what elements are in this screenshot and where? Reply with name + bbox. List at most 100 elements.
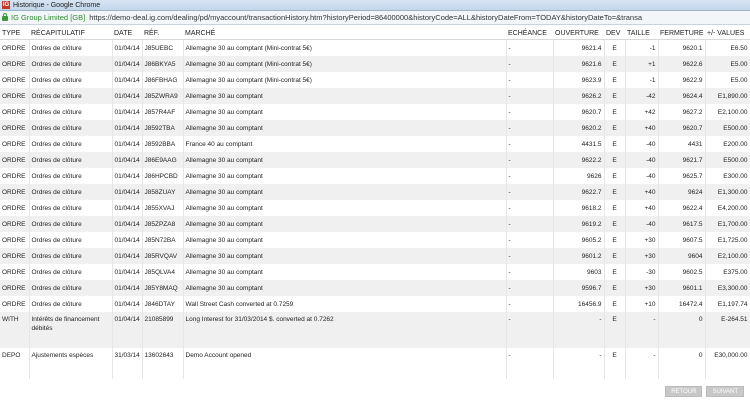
cell-currency: E [604, 88, 626, 104]
table-row: ORDRE Ordres de clôture 01/04/14 J857R4A… [0, 104, 750, 120]
cell-ref: J86HPCBD [142, 168, 184, 184]
table-row: ORDRE Ordres de clôture 01/04/14 J86E9AA… [0, 152, 750, 168]
header-currency[interactable]: DEV [604, 28, 625, 40]
cell-open: 9626.2 [553, 88, 605, 104]
header-open[interactable]: OUVERTURE [553, 28, 604, 40]
url-text[interactable]: https://demo-deal.ig.com/dealing/pd/myac… [89, 13, 642, 22]
cell-market: Allemagne 30 au comptant [183, 152, 507, 168]
cell-size: +30 [625, 280, 659, 296]
cell-market: Allemagne 30 au comptant [183, 216, 507, 232]
cell-size: -40 [625, 216, 659, 232]
cell-type: ORDRE [0, 216, 30, 232]
table-row: ORDRE Ordres de clôture 01/04/14 J86FBHA… [0, 72, 750, 88]
cell-summary: Ordres de clôture [29, 39, 113, 56]
header-pnl[interactable]: +/- VALUES [705, 28, 750, 40]
cell-summary: Ordres de clôture [29, 280, 113, 296]
cell-expiry: - [506, 104, 554, 120]
cell-currency: E [604, 120, 626, 136]
cell-close: 9604 [658, 248, 706, 264]
cell-summary: Ordres de clôture [29, 120, 113, 136]
header-summary[interactable]: RÉCAPITULATIF [29, 28, 112, 40]
table-row: ORDRE Ordres de clôture 01/04/14 J85RVQA… [0, 248, 750, 264]
cell-close: 9620.1 [658, 39, 706, 56]
cell-pnl: E1,300.00 [705, 184, 750, 200]
table-row: WITH Intérêts de financement débités 01/… [0, 312, 750, 348]
cell-type: ORDRE [0, 200, 30, 216]
cell-size: - [625, 312, 659, 348]
cell-summary: Ordres de clôture [29, 200, 113, 216]
next-button[interactable]: SUIVANT [706, 386, 744, 397]
cell-currency: E [604, 39, 626, 56]
cell-date: 01/04/14 [112, 39, 143, 56]
header-date[interactable]: DATE [112, 28, 142, 40]
cell-date: 01/04/14 [112, 88, 143, 104]
cell-ref: J86FBHAG [142, 72, 184, 88]
cell-summary: Ordres de clôture [29, 56, 113, 72]
cell-ref: J857R4AF [142, 104, 184, 120]
cell-currency: E [604, 136, 626, 152]
cell-market: Wall Street Cash converted at 0.7259 [183, 296, 507, 312]
cell-pnl: E300.00 [705, 168, 750, 184]
cell-close: 9622.9 [658, 72, 706, 88]
cell-type: ORDRE [0, 88, 30, 104]
table-row: ORDRE Ordres de clôture 01/04/14 J858ZUA… [0, 184, 750, 200]
cell-summary: Ordres de clôture [29, 72, 113, 88]
cell-close: 4431 [658, 136, 706, 152]
cell-pnl: E375.00 [705, 264, 750, 280]
cell-size: - [625, 348, 659, 379]
cell-date: 01/04/14 [112, 120, 143, 136]
cell-close: 9627.2 [658, 104, 706, 120]
header-market[interactable]: MARCHÉ [183, 28, 506, 40]
cell-date: 01/04/14 [112, 280, 143, 296]
cell-expiry: - [506, 72, 554, 88]
cell-expiry: - [506, 184, 554, 200]
cell-date: 01/04/14 [112, 232, 143, 248]
cell-type: DEPO [0, 348, 30, 379]
cell-open: 9622.7 [553, 184, 605, 200]
cell-currency: E [604, 168, 626, 184]
header-ref[interactable]: RÉF. [142, 28, 183, 40]
table-row: ORDRE Ordres de clôture 01/04/14 J8592BB… [0, 136, 750, 152]
cell-expiry: - [506, 152, 554, 168]
cell-expiry: - [506, 216, 554, 232]
cell-expiry: - [506, 88, 554, 104]
cell-summary: Ordres de clôture [29, 248, 113, 264]
cell-date: 01/04/14 [112, 56, 143, 72]
cell-type: ORDRE [0, 39, 30, 56]
header-close[interactable]: FERMETURE [658, 28, 705, 40]
cell-date: 01/04/14 [112, 216, 143, 232]
table-row: ORDRE Ordres de clôture 01/04/14 J85ZWRA… [0, 88, 750, 104]
cell-summary: Intérêts de financement débités [29, 312, 113, 348]
site-identity[interactable]: IG Group Limited [GB] [11, 13, 85, 22]
cell-open: 9620.7 [553, 104, 605, 120]
cell-pnl: E1,700.00 [705, 216, 750, 232]
cell-open: 9622.2 [553, 152, 605, 168]
cell-close: 9622.4 [658, 200, 706, 216]
cell-type: ORDRE [0, 72, 30, 88]
header-size[interactable]: TAILLE [625, 28, 658, 40]
header-type[interactable]: TYPE [0, 28, 29, 40]
header-expiry[interactable]: ECHÉANCE [506, 28, 553, 40]
cell-size: +42 [625, 104, 659, 120]
cell-ref: J85UEBC [142, 39, 184, 56]
cell-pnl: E2,100.00 [705, 104, 750, 120]
cell-close: 9624.4 [658, 88, 706, 104]
cell-pnl: E500.00 [705, 152, 750, 168]
cell-type: ORDRE [0, 264, 30, 280]
cell-ref: J85Y8MAQ [142, 280, 184, 296]
back-button[interactable]: RETOUR [665, 386, 703, 397]
cell-expiry: - [506, 39, 554, 56]
cell-market: Allemagne 30 au comptant [183, 248, 507, 264]
cell-pnl: E1,197.74 [705, 296, 750, 312]
cell-open: - [553, 312, 605, 348]
cell-close: 16472.4 [658, 296, 706, 312]
cell-summary: Ordres de clôture [29, 184, 113, 200]
cell-expiry: - [506, 312, 554, 348]
address-bar[interactable]: IG Group Limited [GB] https://demo-deal.… [0, 11, 750, 25]
cell-open: 9626 [553, 168, 605, 184]
cell-open: 16456.9 [553, 296, 605, 312]
cell-open: 9623.9 [553, 72, 605, 88]
table-row: ORDRE Ordres de clôture 01/04/14 J85N72B… [0, 232, 750, 248]
cell-expiry: - [506, 248, 554, 264]
cell-close: 9602.5 [658, 264, 706, 280]
